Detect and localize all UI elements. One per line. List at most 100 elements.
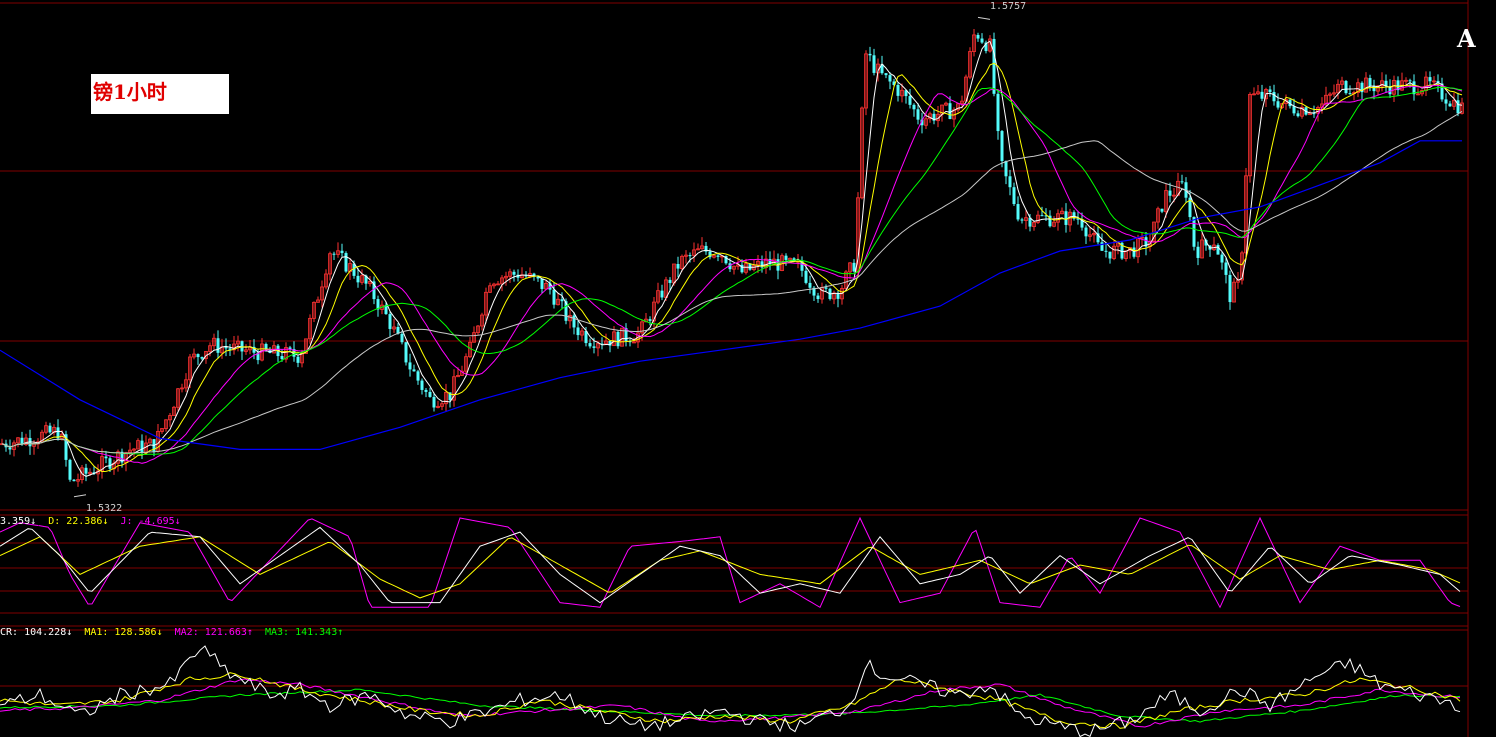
candle-body	[1444, 99, 1448, 104]
candle-body	[420, 380, 424, 390]
candle-body	[1016, 204, 1020, 220]
candle-body	[1168, 190, 1172, 196]
candle-body	[1368, 78, 1372, 87]
ma60-line	[1, 110, 1463, 454]
candle-body	[1004, 160, 1008, 177]
candle-body	[908, 96, 912, 105]
candle-body	[72, 479, 76, 482]
candle-body	[804, 270, 808, 283]
high-marker	[977, 16, 991, 20]
candle-body	[816, 295, 820, 300]
candle-body	[916, 109, 920, 120]
candle-body	[1260, 91, 1264, 99]
candle-body	[1180, 181, 1184, 183]
candle-body	[408, 362, 412, 370]
price-high-label: 1.5757	[990, 1, 1027, 12]
candle-body	[552, 289, 556, 305]
candle-body	[1000, 131, 1004, 161]
candle-body	[980, 38, 984, 43]
candle-body	[140, 440, 144, 453]
candle-body	[1064, 211, 1068, 225]
candle-body	[1448, 103, 1452, 107]
candle-body	[1276, 101, 1280, 108]
candle-body	[68, 459, 72, 480]
kdj-indicator-legend: 3.359↓, D: 22.386↓, J: -4.695↓	[0, 516, 181, 527]
candle-body	[592, 346, 596, 348]
candle-body	[1228, 274, 1232, 303]
candle-body	[428, 391, 432, 397]
candle-body	[1160, 208, 1164, 212]
candle-body	[388, 314, 392, 329]
candle-body	[616, 331, 620, 347]
cr-ma2-value: MA2: 121.663↑	[174, 627, 253, 638]
candle-body	[1104, 250, 1108, 252]
ma120-line	[0, 140, 1462, 450]
candle-body	[104, 456, 108, 459]
candle-body	[1372, 86, 1376, 92]
candle-body	[588, 343, 592, 347]
candle-body	[216, 338, 220, 353]
candle-body	[888, 75, 892, 82]
candle-body	[784, 255, 788, 260]
chart-title-box: 镑1小时	[91, 74, 229, 114]
chart-title: 镑1小时	[93, 80, 167, 104]
candle-body	[824, 287, 828, 289]
candle-body	[992, 38, 996, 94]
candle-body	[808, 282, 812, 288]
candle-body	[660, 290, 664, 298]
candle-body	[1040, 215, 1044, 217]
kdj-d-value: D: 22.386↓	[48, 516, 109, 527]
candle-body	[976, 34, 980, 39]
candle-body	[748, 263, 752, 270]
candle-body	[576, 327, 580, 336]
candle-body	[296, 356, 300, 363]
candle-body	[948, 103, 952, 120]
kdj-d-line	[0, 536, 1461, 599]
candle-body	[1296, 113, 1300, 117]
low-marker	[73, 494, 87, 498]
candle-body	[416, 371, 420, 381]
candle-body	[896, 84, 900, 96]
candle-body	[200, 357, 204, 359]
candle-body	[540, 278, 544, 289]
cr-ma3-line	[0, 688, 1461, 723]
price-low-label: 1.5322	[86, 503, 123, 514]
candle-body	[1268, 89, 1272, 93]
candle-body	[84, 467, 88, 474]
candle-body	[1408, 80, 1412, 82]
candle-body	[1108, 251, 1112, 259]
candle-body	[344, 253, 348, 272]
candle-body	[1224, 262, 1228, 275]
corner-label: A	[1457, 24, 1476, 53]
candle-body	[560, 299, 564, 302]
cr-ma3-value: MA3: 141.343↑	[264, 627, 344, 638]
candle-body	[648, 319, 652, 321]
candle-body	[1196, 246, 1200, 258]
candle-body	[1220, 254, 1224, 263]
candle-body	[412, 369, 416, 372]
candle-body	[1348, 93, 1352, 95]
candle-body	[340, 250, 344, 254]
candle-body	[996, 93, 1000, 132]
candle-body	[512, 271, 516, 275]
candle-body	[676, 263, 680, 269]
candle-body	[8, 447, 12, 450]
ma30-line	[1, 86, 1463, 455]
candle-body	[912, 104, 916, 110]
candle-body	[1216, 245, 1220, 255]
candle-body	[716, 255, 720, 257]
cr-ma1-value: MA1: 128.586↓	[84, 627, 163, 638]
candle-body	[884, 73, 888, 76]
candle-body	[668, 279, 672, 283]
candle-body	[400, 333, 404, 343]
cr-value: CR: 104.228↓	[0, 627, 73, 638]
kdj-j-value: J: -4.695↓	[120, 516, 181, 527]
candle-body	[404, 342, 408, 363]
candle-body	[356, 275, 360, 283]
cr-line	[0, 645, 1461, 737]
candle-body	[196, 354, 200, 358]
candle-body	[1008, 176, 1012, 188]
candle-body	[1132, 247, 1136, 257]
candle-body	[572, 315, 576, 328]
candle-body	[1344, 80, 1348, 94]
